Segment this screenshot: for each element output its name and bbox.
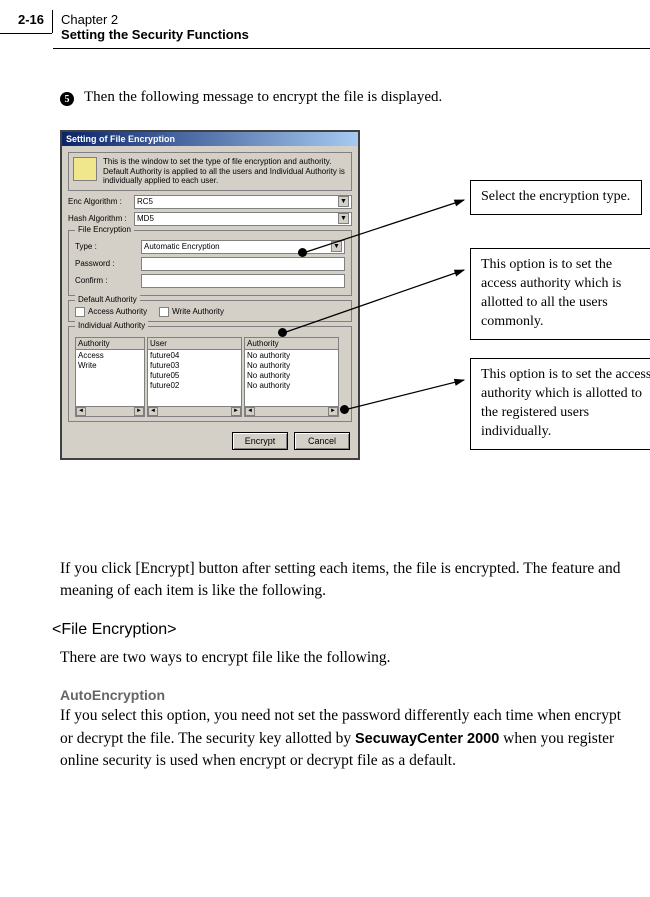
- enc-alg-combo[interactable]: RC5 ▼: [134, 195, 352, 209]
- dialog-info-text: This is the window to set the type of fi…: [103, 157, 347, 186]
- file-encryption-group: File Encryption Type : Automatic Encrypt…: [68, 230, 352, 296]
- user-col[interactable]: User future04 future03 future05 future02…: [147, 337, 242, 417]
- access-authority-checkbox[interactable]: Access Authority: [75, 307, 147, 317]
- marker-dot-icon: [340, 405, 349, 414]
- scrollbar[interactable]: ◄►: [148, 406, 241, 416]
- chapter-label: Chapter 2: [61, 12, 650, 27]
- confirm-label: Confirm :: [75, 276, 137, 285]
- step-text: Then the following message to encrypt th…: [84, 89, 442, 106]
- enc-alg-label: Enc Algorithm :: [68, 197, 130, 206]
- type-label: Type :: [75, 242, 137, 251]
- chapter-title: Setting the Security Functions: [61, 27, 650, 42]
- dialog-info: This is the window to set the type of fi…: [68, 152, 352, 191]
- dialog-window: Setting of File Encryption This is the w…: [60, 130, 360, 460]
- section-intro: There are two ways to encrypt file like …: [60, 647, 632, 669]
- page-header: 2-16 Chapter 2 Setting the Security Func…: [0, 0, 650, 49]
- marker-dot-icon: [298, 248, 307, 257]
- type-combo[interactable]: Automatic Encryption ▼: [141, 240, 345, 254]
- step-line: 5 Then the following message to encrypt …: [60, 89, 632, 106]
- page-number: 2-16: [0, 10, 53, 33]
- dialog-titlebar: Setting of File Encryption: [62, 132, 358, 146]
- auto-encryption-body: If you select this option, you need not …: [60, 705, 632, 772]
- scrollbar[interactable]: ◄►: [245, 406, 338, 416]
- individual-authority-group: Individual Authority Authority Access Wr…: [68, 326, 352, 422]
- marker-dot-icon: [278, 328, 287, 337]
- step-number-icon: 5: [60, 92, 74, 106]
- callout-encryption-type: Select the encryption type.: [470, 180, 642, 215]
- authority-col[interactable]: Authority Access Write ◄►: [75, 337, 145, 417]
- password-label: Password :: [75, 259, 137, 268]
- confirm-input[interactable]: [141, 274, 345, 288]
- figure-area: Setting of File Encryption This is the w…: [60, 130, 632, 530]
- password-input[interactable]: [141, 257, 345, 271]
- callout-default-authority: This option is to set the access authori…: [470, 248, 650, 340]
- section-heading: <File Encryption>: [52, 621, 632, 639]
- hash-alg-combo[interactable]: MD5 ▼: [134, 212, 352, 226]
- info-icon: [73, 157, 97, 181]
- cancel-button[interactable]: Cancel: [294, 432, 350, 450]
- chevron-down-icon[interactable]: ▼: [338, 213, 349, 224]
- authority-value-col[interactable]: Authority No authority No authority No a…: [244, 337, 339, 417]
- callout-individual-authority: This option is to set the access authori…: [470, 358, 650, 450]
- brand-name: SecuwayCenter 2000: [355, 731, 499, 747]
- hash-alg-label: Hash Algorithm :: [68, 214, 130, 223]
- chevron-down-icon[interactable]: ▼: [338, 196, 349, 207]
- write-authority-checkbox[interactable]: Write Authority: [159, 307, 224, 317]
- chevron-down-icon[interactable]: ▼: [331, 241, 342, 252]
- default-authority-group: Default Authority Access Authority Write…: [68, 300, 352, 322]
- auto-encryption-heading: AutoEncryption: [60, 687, 632, 703]
- scrollbar[interactable]: ◄►: [76, 406, 144, 416]
- encrypt-button[interactable]: Encrypt: [232, 432, 288, 450]
- after-figure-text: If you click [Encrypt] button after sett…: [60, 558, 632, 603]
